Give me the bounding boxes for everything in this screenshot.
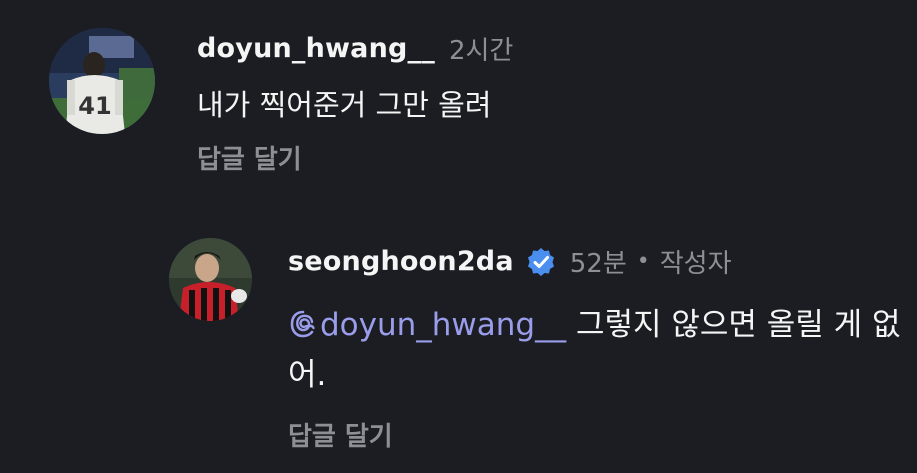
author-tag: 작성자: [659, 249, 732, 279]
reply-button[interactable]: 답글 달기: [197, 139, 302, 176]
mention-link[interactable]: doyun_hwang__: [288, 307, 566, 343]
comment-thread: 41 doyun_hwang__ 2시간 내가 찍어준거 그만 올려 답글 달기: [0, 0, 917, 473]
avatar[interactable]: 41: [49, 28, 155, 134]
avatar-image: 41: [49, 28, 155, 134]
comment-body: doyun_hwang__ 2시간 내가 찍어준거 그만 올려 답글 달기: [197, 30, 513, 176]
verified-badge-icon: [526, 247, 556, 277]
timestamp: 52분: [569, 249, 627, 279]
mention-username: doyun_hwang__: [320, 307, 567, 343]
threads-at-icon: [288, 309, 318, 339]
comment-text: 내가 찍어준거 그만 올려: [197, 88, 492, 122]
comment-meta: doyun_hwang__ 2시간: [197, 30, 513, 67]
jersey-number: 41: [78, 92, 111, 120]
avatar[interactable]: [169, 238, 252, 321]
username[interactable]: seonghoon2da: [288, 246, 514, 277]
avatar-image: [169, 238, 252, 321]
reply-comment: seonghoon2da 52분 • 작성자 doyun_hwang__ 그렇지…: [169, 238, 908, 453]
comment-body: seonghoon2da 52분 • 작성자 doyun_hwang__ 그렇지…: [288, 243, 908, 453]
comment-meta: seonghoon2da 52분 • 작성자: [288, 243, 908, 280]
reply-button[interactable]: 답글 달기: [288, 416, 393, 453]
username[interactable]: doyun_hwang__: [197, 33, 435, 64]
separator-dot: •: [636, 249, 650, 274]
timestamp: 2시간: [448, 36, 514, 66]
comment: 41 doyun_hwang__ 2시간 내가 찍어준거 그만 올려 답글 달기: [49, 28, 513, 176]
comment-text: doyun_hwang__ 그렇지 않으면 올릴 게 없어.: [288, 300, 908, 400]
